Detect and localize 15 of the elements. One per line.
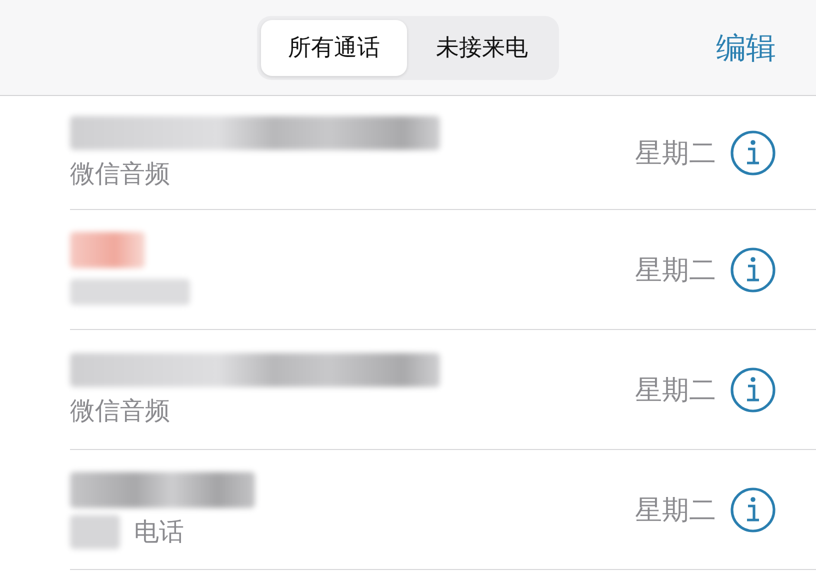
segment-tab[interactable]: 未接来电 bbox=[409, 20, 555, 76]
segment-tab[interactable]: 所有通话 bbox=[261, 20, 407, 76]
info-icon[interactable] bbox=[730, 486, 776, 532]
info-icon[interactable] bbox=[730, 366, 776, 412]
call-type: 电话 bbox=[134, 516, 184, 548]
info-icon[interactable] bbox=[730, 246, 776, 292]
call-date: 星期二 bbox=[635, 494, 716, 528]
call-date: 星期二 bbox=[635, 254, 716, 288]
edit-button[interactable]: 编辑 bbox=[716, 28, 776, 69]
redacted-label bbox=[70, 514, 120, 548]
call-date: 星期二 bbox=[635, 136, 716, 170]
info-icon[interactable] bbox=[730, 130, 776, 176]
call-date: 星期二 bbox=[635, 374, 716, 408]
call-type: 微信音频 bbox=[70, 395, 170, 427]
call-type: 微信音频 bbox=[70, 158, 170, 190]
